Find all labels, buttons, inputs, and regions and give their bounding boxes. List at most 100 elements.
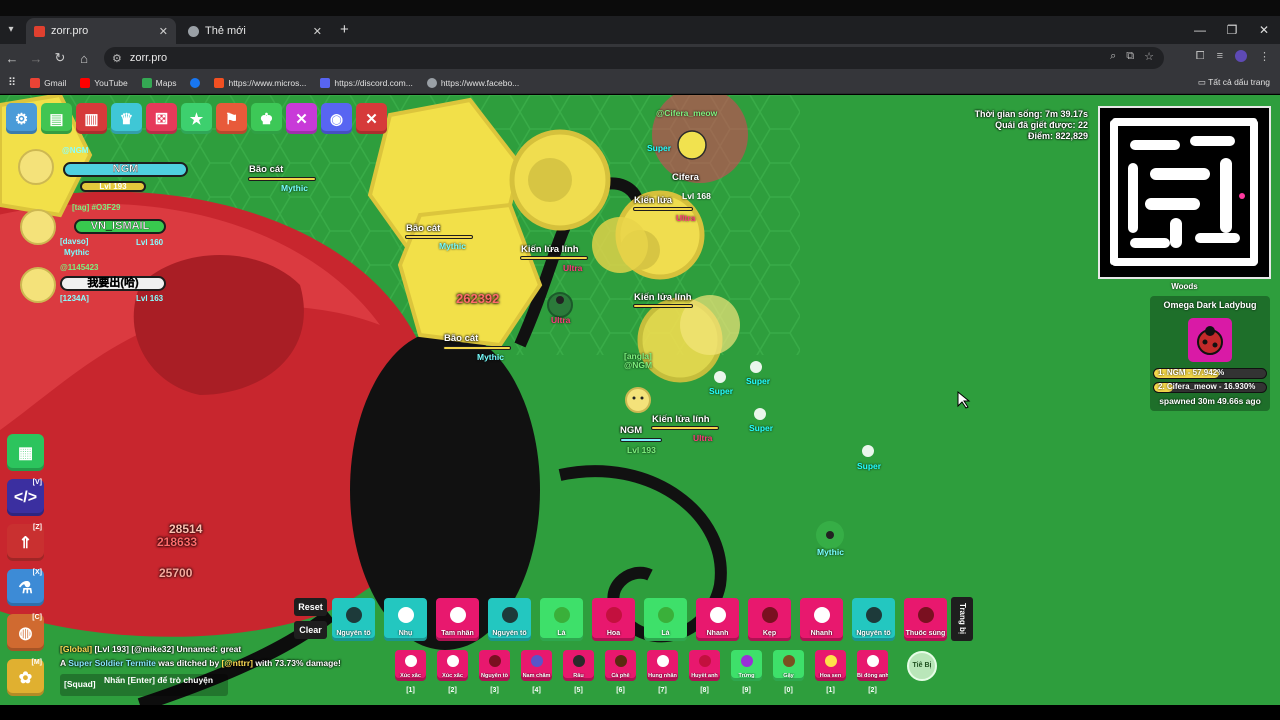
secondary-slot[interactable]: Nam châm bbox=[521, 650, 552, 681]
secondary-slot[interactable]: Râu bbox=[563, 650, 594, 681]
loadout-slot[interactable]: Thuốc súng bbox=[904, 598, 947, 641]
member-tag: @NGM bbox=[62, 146, 89, 155]
boss-rank-1: 1. NGM - 57.942% bbox=[1153, 368, 1267, 379]
secondary-slot[interactable]: Gậy bbox=[773, 650, 804, 681]
player-name: NGM bbox=[620, 425, 643, 436]
gear-icon[interactable]: ⚙ bbox=[6, 103, 37, 134]
stats-icon[interactable]: ▥ bbox=[76, 103, 107, 134]
loadout-slot[interactable]: Hoa bbox=[592, 598, 635, 641]
loadout-slot[interactable]: Nguyên tố bbox=[488, 598, 531, 641]
potion-button[interactable]: ⚗ [X] bbox=[7, 569, 44, 606]
zoom-icon[interactable]: ⌕ bbox=[1110, 50, 1116, 63]
loadout-slot[interactable]: Lá bbox=[644, 598, 687, 641]
shop-button[interactable]: ▦ bbox=[7, 434, 44, 471]
game-canvas[interactable]: ⚙ ▤ ▥ ♛ ⚄ ★ ⚑ ♚ ✕ ◉ ✕ @NGM NGM Lvl 193 [… bbox=[0, 95, 1280, 705]
back-icon[interactable]: ← bbox=[0, 51, 24, 66]
apps-icon[interactable]: ⠿ bbox=[8, 76, 16, 89]
trophy-icon[interactable]: ♛ bbox=[111, 103, 142, 134]
petal-label: Xúc xắc bbox=[442, 673, 463, 679]
flag-icon[interactable]: ⚑ bbox=[216, 103, 247, 134]
bookmark-maps[interactable]: Maps bbox=[141, 77, 177, 88]
loadout-slot[interactable]: Tam nhãn bbox=[436, 598, 479, 641]
bookmark-discord[interactable]: https://discord.com... bbox=[320, 77, 413, 88]
close-tab-icon[interactable]: ✕ bbox=[159, 25, 168, 38]
bookmark-facebook[interactable] bbox=[190, 77, 201, 88]
loadout-slot[interactable]: Kẹp bbox=[748, 598, 791, 641]
damage-number: 262392 bbox=[456, 291, 500, 306]
minimize-icon[interactable]: — bbox=[1184, 16, 1216, 44]
all-bookmarks-button[interactable]: ▭ Tất cả dấu trang bbox=[1198, 77, 1270, 88]
bookmark-facebook-url[interactable]: https://www.facebo... bbox=[426, 77, 519, 88]
pet-button[interactable]: ✿ [M] bbox=[7, 659, 44, 696]
bookmark-youtube[interactable]: YouTube bbox=[80, 77, 128, 88]
chat-user: [@nttrr] bbox=[221, 658, 253, 668]
secondary-slot[interactable]: Bi đồng anh bbox=[857, 650, 888, 681]
bookmark-label: Gmail bbox=[44, 77, 67, 88]
slot-hotkey: [9] bbox=[742, 687, 751, 694]
restore-icon[interactable]: ❐ bbox=[1216, 16, 1248, 44]
loadout-slot[interactable]: Nhanh bbox=[800, 598, 843, 641]
new-tab-button[interactable]: + bbox=[340, 18, 349, 44]
close-tab-icon[interactable]: ✕ bbox=[313, 25, 322, 38]
youtube-icon bbox=[80, 77, 91, 88]
bookmark-microsoft[interactable]: https://www.micros... bbox=[214, 77, 306, 88]
tab-new[interactable]: Thẻ mới ✕ bbox=[180, 18, 330, 44]
chat-input[interactable]: [Squad] Nhấn [Enter] để trò chuyện bbox=[60, 674, 228, 696]
window-close-icon[interactable]: ✕ bbox=[1248, 16, 1280, 44]
secondary-slot[interactable]: Xúc xắc bbox=[395, 650, 426, 681]
loadout-slot[interactable]: Nhụ bbox=[384, 598, 427, 641]
star-icon[interactable]: ★ bbox=[181, 103, 212, 134]
media-icon[interactable]: ≡ bbox=[1217, 50, 1223, 63]
tools-icon[interactable]: ✕ bbox=[286, 103, 317, 134]
menu-icon[interactable]: ⋮ bbox=[1259, 50, 1270, 63]
site-info-icon[interactable]: ⚙ bbox=[112, 52, 122, 65]
petal-icon bbox=[501, 607, 518, 623]
close-icon[interactable]: ✕ bbox=[356, 103, 387, 134]
secondary-slot[interactable]: Cà phê bbox=[605, 650, 636, 681]
petal-label: Gậy bbox=[783, 673, 794, 679]
loadout-slot[interactable]: Nguyên tố bbox=[852, 598, 895, 641]
bookmark-label: Maps bbox=[155, 77, 177, 88]
clear-button[interactable]: Clear bbox=[294, 621, 327, 639]
petal-label: Lá bbox=[661, 630, 670, 637]
dice-icon[interactable]: ⚄ bbox=[146, 103, 177, 134]
secondary-slot[interactable]: Trứng bbox=[731, 650, 762, 681]
secondary-slot[interactable]: Xúc xắc bbox=[437, 650, 468, 681]
bookmark-star-icon[interactable]: ☆ bbox=[1144, 50, 1154, 63]
forward-icon[interactable]: → bbox=[24, 51, 48, 66]
bookmark-gmail[interactable]: Gmail bbox=[30, 77, 67, 88]
secondary-slot[interactable]: Hung nhân bbox=[647, 650, 678, 681]
equipment-button[interactable]: Trang bị bbox=[951, 597, 973, 641]
secondary-slot[interactable]: Nguyên tố bbox=[479, 650, 510, 681]
extensions-icon[interactable]: ⧠ bbox=[1196, 50, 1205, 63]
minimap[interactable] bbox=[1098, 106, 1271, 279]
swap-loadout-button[interactable]: Tiê Bị bbox=[907, 651, 937, 681]
tab-search-button[interactable]: ▾ bbox=[0, 18, 22, 44]
install-icon[interactable]: ⧉ bbox=[1126, 50, 1134, 63]
upgrade-button[interactable]: ⇑ [Z] bbox=[7, 524, 44, 561]
discord-icon[interactable]: ◉ bbox=[321, 103, 352, 134]
home-icon[interactable]: ⌂ bbox=[72, 51, 96, 66]
loadout-slot[interactable]: Nhanh bbox=[696, 598, 739, 641]
inventory-icon[interactable]: ▤ bbox=[41, 103, 72, 134]
crown-icon[interactable]: ♚ bbox=[251, 103, 282, 134]
reload-icon[interactable]: ↻ bbox=[48, 50, 72, 66]
petal-label: Kẹp bbox=[762, 630, 777, 637]
boss-spawned: spawned 30m 49.66s ago bbox=[1159, 396, 1261, 406]
petal-icon bbox=[446, 655, 459, 667]
url-field[interactable]: ⚙ zorr.pro ⌕ ⧉ ☆ bbox=[104, 47, 1164, 69]
craft-button[interactable]: ◍ [C] bbox=[7, 614, 44, 651]
profile-avatar[interactable] bbox=[1235, 50, 1247, 62]
mob-name: Bão cát bbox=[406, 223, 441, 234]
loadout-slot[interactable]: Nguyên tố bbox=[332, 598, 375, 641]
tab-zorr[interactable]: zorr.pro ✕ bbox=[26, 18, 176, 44]
code-button[interactable]: </> [V] bbox=[7, 479, 44, 516]
minimap-maze bbox=[1100, 108, 1269, 277]
secondary-slot[interactable]: Huyết anh bbox=[689, 650, 720, 681]
member-tag: [tag] #O3F29 bbox=[72, 203, 121, 212]
reset-button[interactable]: Reset bbox=[294, 598, 327, 616]
secondary-slot[interactable]: Hoa sen bbox=[815, 650, 846, 681]
chat-text: was ditched by bbox=[155, 658, 222, 668]
loadout-slot[interactable]: Lá bbox=[540, 598, 583, 641]
chat-text: with 73.73% damage! bbox=[252, 658, 341, 668]
